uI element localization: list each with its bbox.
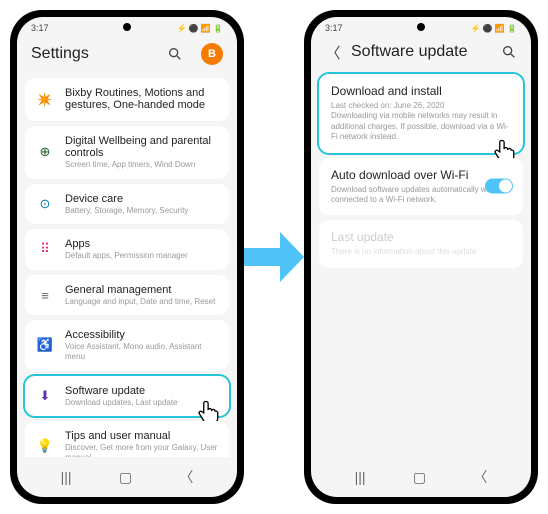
status-icons: ⚡ ⚫ 📶 🔋	[176, 24, 223, 33]
recents-button[interactable]: |||	[355, 469, 366, 485]
back-button[interactable]: 〈	[473, 467, 487, 487]
back-icon[interactable]: 〈	[325, 44, 341, 60]
back-button[interactable]: 〈	[179, 467, 193, 487]
card-subtitle: Download software updates automatically …	[331, 185, 511, 206]
profile-avatar[interactable]: B	[201, 43, 223, 65]
row-title: Software update	[65, 385, 219, 397]
row-subtitle: Discover, Get more from your Galaxy, Use…	[65, 443, 219, 457]
row-title: Tips and user manual	[65, 430, 219, 442]
row-icon: 💡	[35, 436, 55, 456]
row-subtitle: Battery, Storage, Memory, Security	[65, 206, 219, 216]
settings-header: Settings B	[17, 35, 237, 73]
settings-row-accessibility[interactable]: ♿ AccessibilityVoice Assistant, Mono audi…	[25, 320, 229, 370]
row-icon: ♿	[35, 335, 55, 355]
recents-button[interactable]: |||	[61, 469, 72, 485]
settings-row-device[interactable]: ⊙ Device careBattery, Storage, Memory, Se…	[25, 184, 229, 225]
settings-row-tips[interactable]: 💡 Tips and user manualDiscover, Get more …	[25, 421, 229, 457]
row-title: Device care	[65, 193, 219, 205]
search-icon[interactable]	[501, 44, 517, 60]
card-subtitle: There is no information about this updat…	[331, 247, 511, 257]
nav-bar: ||| ▢ 〈	[311, 457, 531, 497]
nav-bar: ||| ▢ 〈	[17, 457, 237, 497]
settings-row-apps[interactable]: ⠿ AppsDefault apps, Permission manager	[25, 229, 229, 270]
software-update-header: 〈 Software update	[311, 35, 531, 69]
row-icon: ✴️	[35, 90, 55, 110]
card-subtitle: Last checked on: June 26, 2020Downloadin…	[331, 101, 511, 143]
row-subtitle: Language and input, Date and time, Reset	[65, 297, 219, 307]
row-icon: ⠿	[35, 239, 55, 259]
home-button[interactable]: ▢	[413, 469, 426, 486]
row-icon: ⊕	[35, 142, 55, 162]
row-subtitle: Screen time, App timers, Wind Down	[65, 160, 219, 170]
card-title: Last update	[331, 230, 511, 244]
home-button[interactable]: ▢	[119, 469, 132, 486]
status-time: 3:17	[325, 23, 343, 33]
phone-right: 3:17 ⚡ ⚫ 📶 🔋 〈 Software update Download …	[304, 10, 538, 504]
row-icon: ≡	[35, 285, 55, 305]
card-title: Auto download over Wi-Fi	[331, 168, 511, 182]
settings-row-bixby[interactable]: ✴️ Bixby Routines, Motions and gestures, …	[25, 78, 229, 121]
row-icon: ⊙	[35, 194, 55, 214]
row-subtitle: Default apps, Permission manager	[65, 251, 219, 261]
row-title: Bixby Routines, Motions and gestures, On…	[65, 87, 219, 111]
card-download-and-install[interactable]: Download and install Last checked on: Jun…	[319, 74, 523, 153]
arrow-icon	[244, 232, 304, 282]
card-title: Download and install	[331, 84, 511, 98]
settings-row-software[interactable]: ⬇Software updateDownload updates, Last u…	[25, 376, 229, 417]
row-title: Digital Wellbeing and parental controls	[65, 135, 219, 159]
camera-punch	[123, 23, 131, 31]
phone-left: 3:17 ⚡ ⚫ 📶 🔋 Settings B ✴️ Bixby Routines…	[10, 10, 244, 504]
card-auto-download-over-wi-fi[interactable]: Auto download over Wi-Fi Download softwar…	[319, 158, 523, 216]
camera-punch	[417, 23, 425, 31]
status-icons: ⚡ ⚫ 📶 🔋	[470, 24, 517, 33]
search-icon[interactable]	[167, 46, 183, 62]
page-title: Settings	[31, 45, 157, 63]
wifi-toggle[interactable]	[485, 179, 513, 194]
row-subtitle: Voice Assistant, Mono audio, Assistant m…	[65, 342, 219, 361]
settings-row-general[interactable]: ≡ General managementLanguage and input, D…	[25, 275, 229, 316]
card-last-update: Last update There is no information about…	[319, 220, 523, 267]
settings-row-digital[interactable]: ⊕ Digital Wellbeing and parental controls…	[25, 126, 229, 179]
row-title: Apps	[65, 238, 219, 250]
row-icon: ⬇	[35, 386, 55, 406]
row-title: Accessibility	[65, 329, 219, 341]
page-title: Software update	[351, 43, 491, 61]
row-title: General management	[65, 284, 219, 296]
status-time: 3:17	[31, 23, 49, 33]
